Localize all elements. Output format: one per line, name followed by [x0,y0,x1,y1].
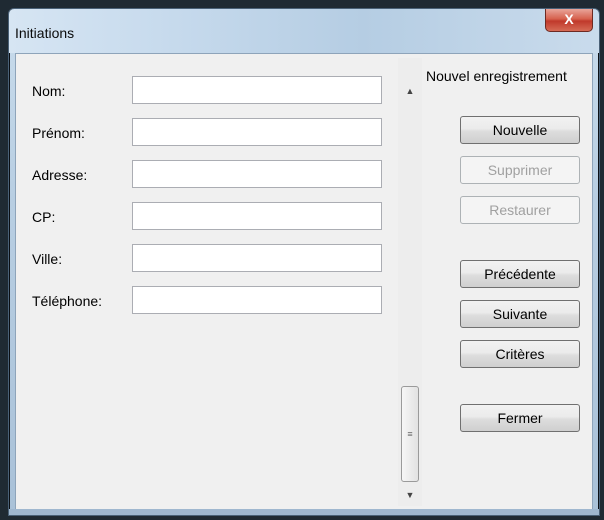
criteres-button[interactable]: Critères [460,340,580,368]
suivante-button[interactable]: Suivante [460,300,580,328]
scroll-grip-icon: ≡ [407,429,413,439]
field-row-telephone: Téléphone: [18,286,400,316]
scroll-down-icon[interactable]: ▼ [398,486,422,504]
field-row-nom: Nom: [18,76,400,106]
scroll-up-icon[interactable]: ▲ [398,82,422,100]
window-bottom-border [9,509,599,515]
restaurer-button[interactable]: Restaurer [460,196,580,224]
prenom-input[interactable] [132,118,382,146]
supprimer-button[interactable]: Supprimer [460,156,580,184]
field-row-prenom: Prénom: [18,118,400,148]
nouvelle-button[interactable]: Nouvelle [460,116,580,144]
client-area: Nom: Prénom: Adresse: CP: Ville: Télépho… [15,53,593,511]
adresse-input[interactable] [132,160,382,188]
adresse-label: Adresse: [32,167,88,183]
telephone-input[interactable] [132,286,382,314]
record-form: Nom: Prénom: Adresse: CP: Ville: Télépho… [18,58,400,506]
field-row-cp: CP: [18,202,400,232]
scroll-thumb[interactable]: ≡ [401,386,419,482]
ville-label: Ville: [32,251,63,267]
fermer-button[interactable]: Fermer [460,404,580,432]
close-icon: X [564,11,574,27]
prenom-label: Prénom: [32,125,85,141]
field-row-ville: Ville: [18,244,400,274]
ville-input[interactable] [132,244,382,272]
vertical-scrollbar[interactable]: ▲ ≡ ▼ [398,58,422,506]
window-title: Initiations [15,25,75,41]
nom-input[interactable] [132,76,382,104]
cp-label: CP: [32,209,56,225]
cp-input[interactable] [132,202,382,230]
nom-label: Nom: [32,83,66,99]
field-row-adresse: Adresse: [18,160,400,190]
record-panel: Nouvel enregistrement Nouvelle Supprimer… [422,58,592,506]
title-bar[interactable]: Initiations X [9,9,599,53]
panel-caption: Nouvel enregistrement [426,68,567,84]
telephone-label: Téléphone: [32,293,103,309]
initiations-window: Initiations X Nom: Prénom: Adresse: CP: [8,8,600,516]
close-button[interactable]: X [545,9,593,32]
precedente-button[interactable]: Précédente [460,260,580,288]
